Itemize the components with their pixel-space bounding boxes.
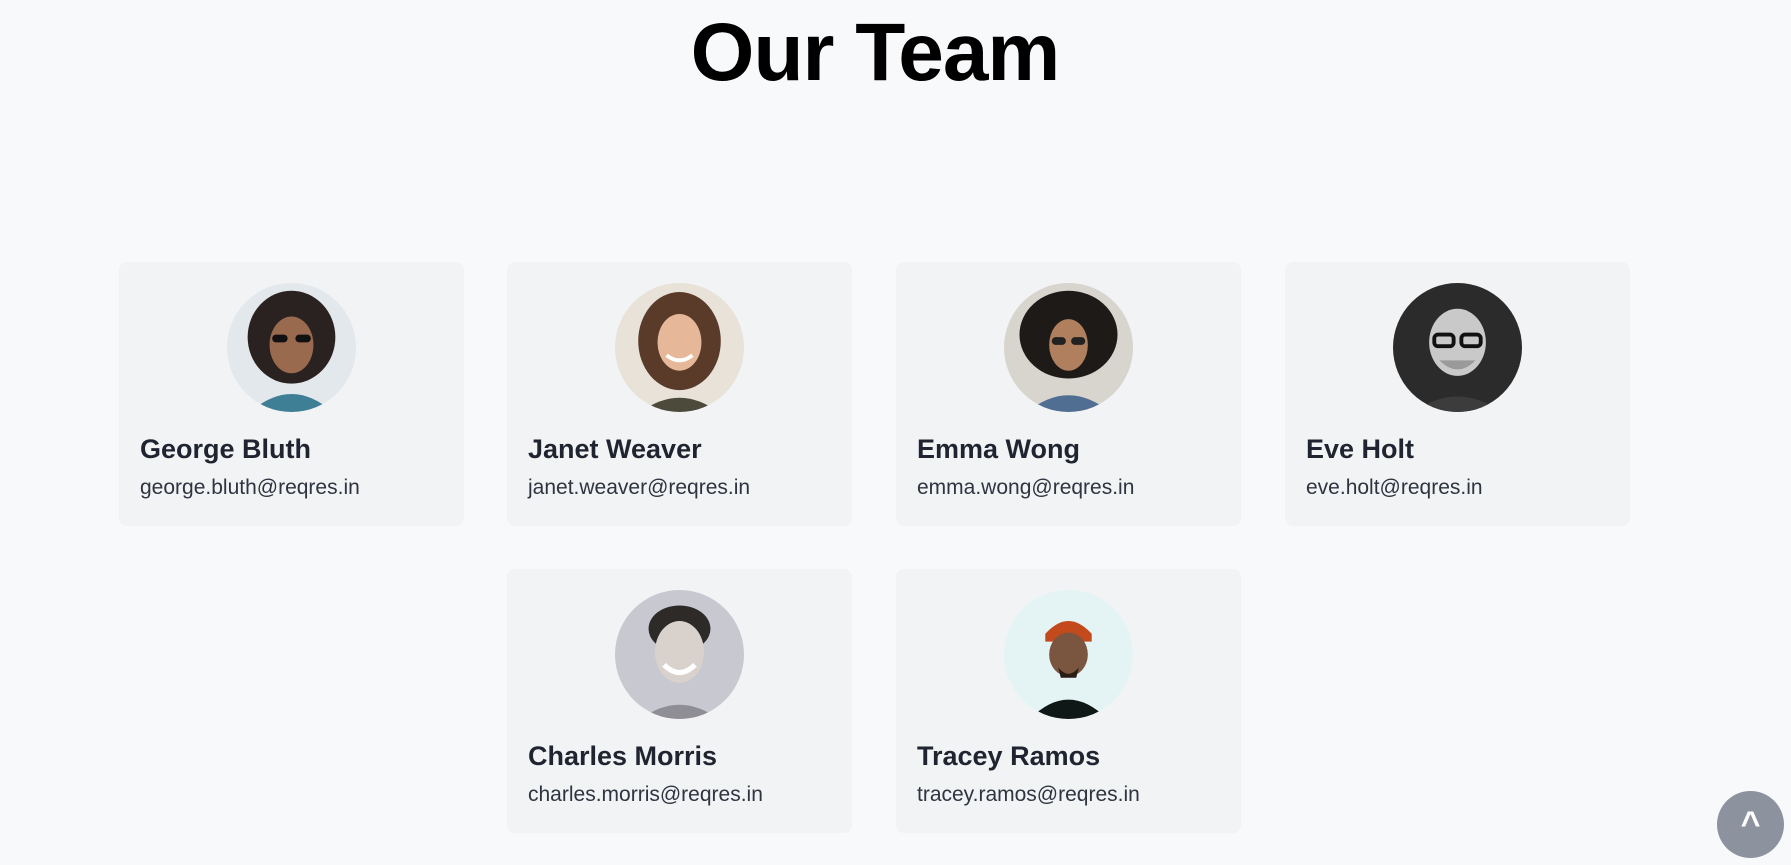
team-member-card: George Bluth george.bluth@reqres.in: [119, 262, 464, 526]
member-email: eve.holt@reqres.in: [1306, 476, 1483, 499]
member-avatar: [1393, 283, 1522, 412]
team-member-card: Eve Holt eve.holt@reqres.in: [1285, 262, 1630, 526]
member-email: janet.weaver@reqres.in: [528, 476, 751, 499]
scroll-to-top-button[interactable]: ^: [1717, 791, 1784, 858]
member-name: George Bluth: [140, 434, 312, 464]
member-email: emma.wong@reqres.in: [917, 476, 1135, 499]
team-page: Our Team George Bluth george.bluth@reqre…: [0, 0, 1791, 865]
member-email: charles.morris@reqres.in: [528, 783, 763, 806]
member-name: Charles Morris: [528, 741, 718, 771]
member-email: george.bluth@reqres.in: [140, 476, 360, 499]
team-member-card: Charles Morris charles.morris@reqres.in: [507, 569, 852, 833]
member-name: Emma Wong: [917, 434, 1081, 464]
member-email: tracey.ramos@reqres.in: [917, 783, 1140, 806]
member-name: Eve Holt: [1306, 434, 1415, 464]
page-title: Our Team: [690, 7, 1061, 98]
member-name: Janet Weaver: [528, 434, 702, 464]
team-member-card: Janet Weaver janet.weaver@reqres.in: [507, 262, 852, 526]
member-avatar: [227, 283, 356, 412]
member-avatar: [615, 590, 744, 719]
team-member-card: Tracey Ramos tracey.ramos@reqres.in: [896, 569, 1241, 833]
team-member-card: Emma Wong emma.wong@reqres.in: [896, 262, 1241, 526]
member-avatar: [1004, 283, 1133, 412]
member-name: Tracey Ramos: [917, 741, 1101, 771]
member-avatar: [1004, 590, 1133, 719]
member-avatar: [615, 283, 744, 412]
